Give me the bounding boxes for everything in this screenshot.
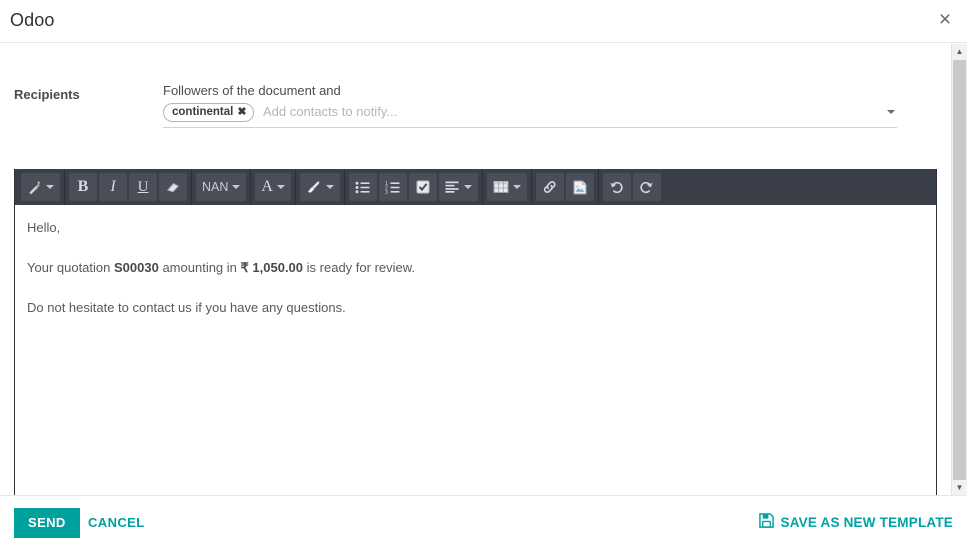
background-color-dropdown[interactable] <box>299 173 340 201</box>
checklist-icon[interactable] <box>408 173 437 201</box>
bold-button[interactable]: B <box>69 173 97 201</box>
body-quotation-line: Your quotation S00030 amounting in ₹ 1,0… <box>27 259 924 277</box>
font-color-label: A <box>261 178 273 195</box>
recipient-tag[interactable]: continental ✖ <box>163 103 254 122</box>
scrollbar-thumb[interactable] <box>953 60 966 480</box>
recipients-field-row: Recipients Followers of the document and… <box>0 82 951 128</box>
save-as-new-template-button[interactable]: SAVE AS NEW TEMPLATE <box>757 509 955 535</box>
cancel-button[interactable]: CANCEL <box>80 508 153 538</box>
close-icon[interactable]: × <box>931 6 959 34</box>
toolbar-group-lists: 1 2 3 <box>345 173 482 201</box>
link-icon[interactable] <box>535 173 564 201</box>
remove-tag-icon[interactable]: ✖ <box>237 105 246 119</box>
align-dropdown[interactable] <box>438 173 478 201</box>
svg-text:3: 3 <box>385 190 388 194</box>
toolbar-group-background-color <box>296 173 344 201</box>
dialog-footer: SEND CANCEL SAVE AS NEW TEMPLATE <box>0 495 967 559</box>
chevron-down-icon[interactable] <box>887 110 895 114</box>
email-composer-dialog: Odoo × ▲ ▼ Recipients Followers of the d… <box>0 0 967 559</box>
email-body-editor: B I U NAN A 1 2 3 Hello, Your quotation … <box>14 169 937 495</box>
save-as-new-template-label: SAVE AS NEW TEMPLATE <box>780 514 953 530</box>
chevron-down-icon <box>46 185 54 189</box>
toolbar-group-style <box>17 173 64 201</box>
italic-button[interactable]: I <box>99 173 127 201</box>
font-color-dropdown[interactable]: A <box>255 173 291 201</box>
save-icon <box>759 513 775 531</box>
toolbar-group-font-color: A <box>251 173 295 201</box>
recipients-label: Recipients <box>14 87 80 102</box>
scroll-up-icon[interactable]: ▲ <box>952 44 967 59</box>
followers-text: Followers of the document and <box>163 83 341 98</box>
toolbar-group-history <box>599 173 665 201</box>
send-button[interactable]: SEND <box>14 508 80 538</box>
editor-toolbar: B I U NAN A 1 2 3 <box>15 169 936 205</box>
image-icon[interactable] <box>565 173 594 201</box>
vertical-scrollbar[interactable]: ▲ ▼ <box>951 44 967 495</box>
quotation-middle: amounting in <box>162 260 237 275</box>
body-closing: Do not hesitate to contact us if you hav… <box>27 300 346 315</box>
underline-button[interactable]: U <box>129 173 157 201</box>
font-size-value: NAN <box>202 179 229 194</box>
toolbar-group-table <box>483 173 531 201</box>
chevron-down-icon <box>463 185 472 189</box>
chevron-down-icon <box>512 185 521 189</box>
toolbar-group-inline-format: B I U <box>65 173 191 201</box>
magic-wand-icon[interactable] <box>21 173 60 201</box>
scroll-down-icon[interactable]: ▼ <box>952 480 967 495</box>
email-body-content[interactable]: Hello, Your quotation S00030 amounting i… <box>15 205 936 495</box>
body-greeting: Hello, <box>27 220 61 235</box>
recipients-control[interactable]: Followers of the document and continenta… <box>163 82 897 128</box>
undo-icon[interactable] <box>602 173 631 201</box>
redo-icon[interactable] <box>632 173 661 201</box>
chevron-down-icon <box>276 185 285 189</box>
add-contacts-input[interactable]: Add contacts to notify... <box>263 103 397 121</box>
chevron-down-icon <box>232 185 241 189</box>
dialog-title: Odoo <box>10 10 55 30</box>
toolbar-group-font-size: NAN <box>192 173 250 201</box>
dialog-body: Recipients Followers of the document and… <box>0 44 951 495</box>
bulleted-list-icon[interactable] <box>348 173 377 201</box>
recipient-tag-label: continental <box>172 106 234 118</box>
quotation-suffix: is ready for review. <box>306 260 416 275</box>
toolbar-group-media <box>532 173 598 201</box>
table-dropdown[interactable] <box>486 173 527 201</box>
recipients-tags-line[interactable]: continental ✖ Add contacts to notify... <box>163 102 897 128</box>
quotation-amount: ₹ 1,050.00 <box>240 260 304 275</box>
quotation-order-ref: S00030 <box>114 260 159 275</box>
numbered-list-icon[interactable]: 1 2 3 <box>378 173 407 201</box>
dialog-header: Odoo × <box>0 0 967 43</box>
font-size-dropdown[interactable]: NAN <box>196 173 247 201</box>
remove-format-icon[interactable] <box>159 173 187 201</box>
chevron-down-icon <box>325 185 334 189</box>
quotation-prefix: Your quotation <box>27 260 111 275</box>
